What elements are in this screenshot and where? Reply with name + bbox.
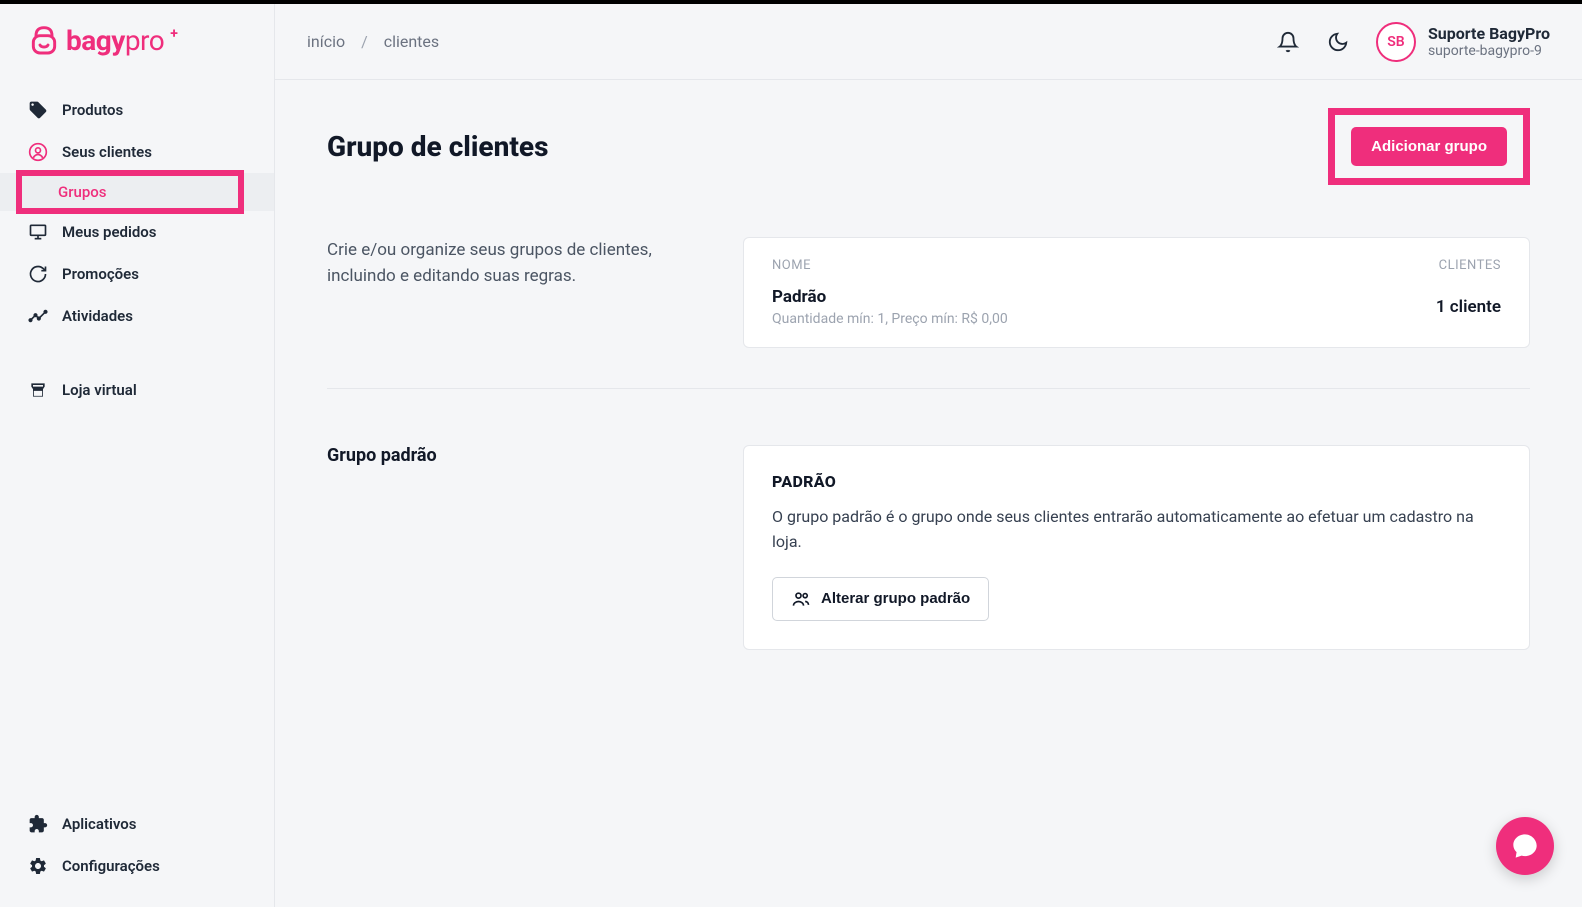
chart-icon (28, 306, 48, 326)
sidebar-item-label: Produtos (62, 101, 123, 119)
sidebar-item-label: Atividades (62, 307, 133, 325)
sidebar-item-label: Aplicativos (62, 815, 136, 833)
add-button-highlight: Adicionar grupo (1328, 108, 1530, 185)
change-default-group-button[interactable]: Alterar grupo padrão (772, 577, 989, 621)
gear-icon (28, 856, 48, 876)
sidebar-item-atividades[interactable]: Atividades (0, 295, 274, 337)
logo-text-pro: pro (125, 24, 164, 57)
tag-icon (28, 100, 48, 120)
user-subtitle: suporte-bagypro-9 (1428, 43, 1550, 59)
group-name: Padrão (772, 287, 1008, 307)
notifications-button[interactable] (1276, 30, 1300, 54)
topbar: início / clientes SB Suporte BagyPro sup… (275, 4, 1582, 80)
monitor-icon (28, 222, 48, 242)
page-title: Grupo de clientes (327, 130, 548, 163)
highlight-box (16, 170, 244, 214)
refresh-icon (28, 264, 48, 284)
section-description: Crie e/ou organize seus grupos de client… (327, 237, 687, 290)
sidebar-item-label: Configurações (62, 857, 160, 875)
nav-bottom: Aplicativos Configurações (0, 803, 274, 907)
user-menu[interactable]: SB Suporte BagyPro suporte-bagypro-9 (1376, 22, 1550, 62)
store-icon (28, 380, 48, 400)
sidebar-item-label: Meus pedidos (62, 223, 157, 241)
default-group-description: O grupo padrão é o grupo onde seus clien… (772, 505, 1501, 555)
plus-icon: + (170, 26, 178, 42)
user-circle-icon (28, 142, 48, 162)
breadcrumb-separator: / (361, 32, 368, 51)
sidebar-item-promocoes[interactable]: Promoções (0, 253, 274, 295)
table-col-clients: CLIENTES (1439, 258, 1501, 273)
sidebar: bagypro + Produtos Seus clientes Grupos … (0, 4, 275, 907)
users-icon (791, 589, 811, 609)
group-subtitle: Quantidade mín: 1, Preço mín: R$ 0,00 (772, 311, 1008, 327)
sidebar-item-label: Seus clientes (62, 143, 152, 161)
avatar: SB (1376, 22, 1416, 62)
default-group-card: PADRÃO O grupo padrão é o grupo onde seu… (743, 445, 1530, 650)
puzzle-icon (28, 814, 48, 834)
chat-fab[interactable] (1496, 817, 1554, 875)
theme-toggle-button[interactable] (1326, 30, 1350, 54)
sidebar-item-pedidos[interactable]: Meus pedidos (0, 211, 274, 253)
breadcrumb: início / clientes (307, 32, 439, 51)
sidebar-item-label: Loja virtual (62, 381, 137, 399)
section-heading: Grupo padrão (327, 445, 687, 466)
logo[interactable]: bagypro + (0, 4, 274, 81)
change-default-label: Alterar grupo padrão (821, 590, 970, 607)
groups-table-card: NOME CLIENTES Padrão Quantidade mín: 1, … (743, 237, 1530, 348)
logo-text-main: bagy (66, 24, 125, 57)
table-row[interactable]: Padrão Quantidade mín: 1, Preço mín: R$ … (772, 287, 1501, 327)
sidebar-item-aplicativos[interactable]: Aplicativos (0, 803, 274, 845)
bell-icon (1277, 31, 1299, 53)
sidebar-item-clientes[interactable]: Seus clientes (0, 131, 274, 173)
sidebar-item-loja[interactable]: Loja virtual (0, 369, 274, 411)
default-group-title: PADRÃO (772, 472, 1501, 491)
sidebar-item-configuracoes[interactable]: Configurações (0, 845, 274, 887)
bag-icon (28, 25, 60, 57)
breadcrumb-current[interactable]: clientes (384, 32, 439, 51)
table-col-name: NOME (772, 258, 811, 273)
divider (327, 388, 1530, 389)
sidebar-item-produtos[interactable]: Produtos (0, 89, 274, 131)
sidebar-item-label: Grupos (58, 183, 107, 201)
moon-icon (1327, 31, 1349, 53)
sidebar-item-label: Promoções (62, 265, 139, 283)
user-name: Suporte BagyPro (1428, 24, 1550, 43)
group-clients-count: 1 cliente (1436, 297, 1501, 317)
chat-icon (1511, 832, 1539, 860)
main-nav: Produtos Seus clientes Grupos Meus pedid… (0, 81, 274, 803)
add-group-button[interactable]: Adicionar grupo (1351, 127, 1507, 166)
sidebar-subitem-grupos[interactable]: Grupos (0, 173, 274, 211)
breadcrumb-home[interactable]: início (307, 32, 345, 51)
